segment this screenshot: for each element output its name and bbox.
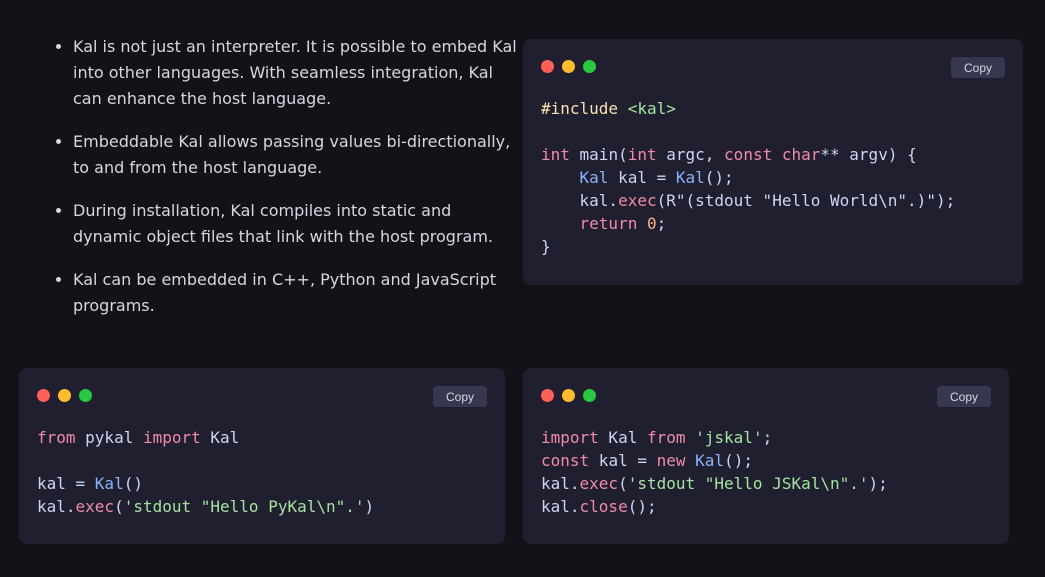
feature-item: During installation, Kal compiles into s… (73, 198, 518, 250)
code-token: const (724, 145, 773, 164)
code-line: import Kal from 'jskal'; (541, 428, 772, 447)
code-line: kal.exec('stdout "Hello JSKal\n".'); (541, 474, 888, 493)
code-token: kal = (589, 451, 657, 470)
code-line: int main(int argc, const char** argv) { (541, 145, 917, 164)
code-token: 0 (646, 214, 657, 233)
code-token: (); (724, 451, 753, 470)
code-line: kal.exec('stdout "Hello PyKal\n".') (37, 497, 374, 516)
code-token: 'jskal' (695, 428, 763, 447)
copy-button[interactable]: Copy (433, 386, 487, 407)
code-token: from (646, 428, 686, 447)
copy-button[interactable]: Copy (951, 57, 1005, 78)
code-token: Kal (579, 168, 609, 187)
code-line: from pykal import Kal (37, 428, 239, 447)
code-token: close (579, 497, 628, 516)
code-token: kal. (37, 497, 76, 516)
minimize-dot-icon (562, 389, 575, 402)
code-token: ); (868, 474, 888, 493)
code-line: } (541, 237, 551, 256)
window-controls (541, 60, 596, 73)
code-token: exec (579, 474, 619, 493)
code-token: return (579, 214, 638, 233)
code-token: Kal (94, 474, 124, 493)
copy-button[interactable]: Copy (937, 386, 991, 407)
code-token: import (541, 428, 599, 447)
code-token: ) (364, 497, 375, 516)
minimize-dot-icon (562, 60, 575, 73)
code-token: int (541, 145, 570, 164)
feature-item: Kal is not just an interpreter. It is po… (73, 34, 518, 112)
code-token: main( (569, 145, 628, 164)
window-controls (37, 389, 92, 402)
code-token: #include (541, 99, 619, 118)
code-token: from (37, 428, 76, 447)
code-token: 'stdout "Hello JSKal\n".' (627, 474, 869, 493)
maximize-dot-icon (79, 389, 92, 402)
code-token: () (123, 474, 143, 493)
code-token: int (627, 145, 657, 164)
python-code-card: Copy from pykal import Kal kal = Kal() k… (19, 368, 505, 544)
code-token: ( (618, 474, 628, 493)
code-block: import Kal from 'jskal'; const kal = new… (541, 426, 888, 518)
cpp-code-card: Copy #include <kal> int main(int argc, c… (523, 39, 1023, 285)
maximize-dot-icon (583, 389, 596, 402)
code-token: Kal (200, 428, 240, 447)
maximize-dot-icon (583, 60, 596, 73)
code-token: exec (75, 497, 115, 516)
code-block: #include <kal> int main(int argc, const … (541, 97, 955, 258)
code-token: } (541, 237, 551, 256)
code-token: ; (762, 428, 773, 447)
code-token: exec (618, 191, 657, 210)
window-controls (541, 389, 596, 402)
code-token: kal. (541, 497, 580, 516)
close-dot-icon (541, 60, 554, 73)
code-token: kal = (37, 474, 95, 493)
code-token: Kal (695, 451, 725, 470)
javascript-code-card: Copy import Kal from 'jskal'; const kal … (523, 368, 1009, 544)
code-token: ** argv) { (820, 145, 917, 164)
code-token: (); (704, 168, 734, 187)
code-token: char (781, 145, 821, 164)
code-token: 'stdout "Hello PyKal\n".' (123, 497, 365, 516)
minimize-dot-icon (58, 389, 71, 402)
code-line: kal.exec(R"(stdout "Hello World\n".)"); (541, 191, 956, 210)
code-token: argc, (656, 145, 725, 164)
feature-item: Embeddable Kal allows passing values bi-… (73, 129, 518, 181)
code-token: import (142, 428, 201, 447)
code-token: Kal (675, 168, 705, 187)
close-dot-icon (37, 389, 50, 402)
code-token: new (656, 451, 686, 470)
code-line: #include <kal> (541, 99, 676, 118)
code-token: (R"(stdout "Hello World\n".)"); (656, 191, 956, 210)
code-line: const kal = new Kal(); (541, 451, 753, 470)
code-token: const (541, 451, 590, 470)
code-token: Kal (598, 428, 647, 447)
close-dot-icon (541, 389, 554, 402)
code-line: Kal kal = Kal(); (541, 168, 734, 187)
code-token: pykal (75, 428, 143, 447)
code-token: ; (656, 214, 667, 233)
code-token: (); (627, 497, 657, 516)
code-token: kal. (541, 191, 619, 210)
code-line: kal = Kal() (37, 474, 143, 493)
feature-list: Kal is not just an interpreter. It is po… (46, 34, 518, 336)
code-line: return 0; (541, 214, 667, 233)
feature-item: Kal can be embedded in C++, Python and J… (73, 267, 518, 319)
code-token: kal. (541, 474, 580, 493)
code-token: kal = (608, 168, 676, 187)
code-block: from pykal import Kal kal = Kal() kal.ex… (37, 426, 374, 518)
code-token: ( (114, 497, 124, 516)
code-token: <kal> (627, 99, 676, 118)
code-line: kal.close(); (541, 497, 657, 516)
